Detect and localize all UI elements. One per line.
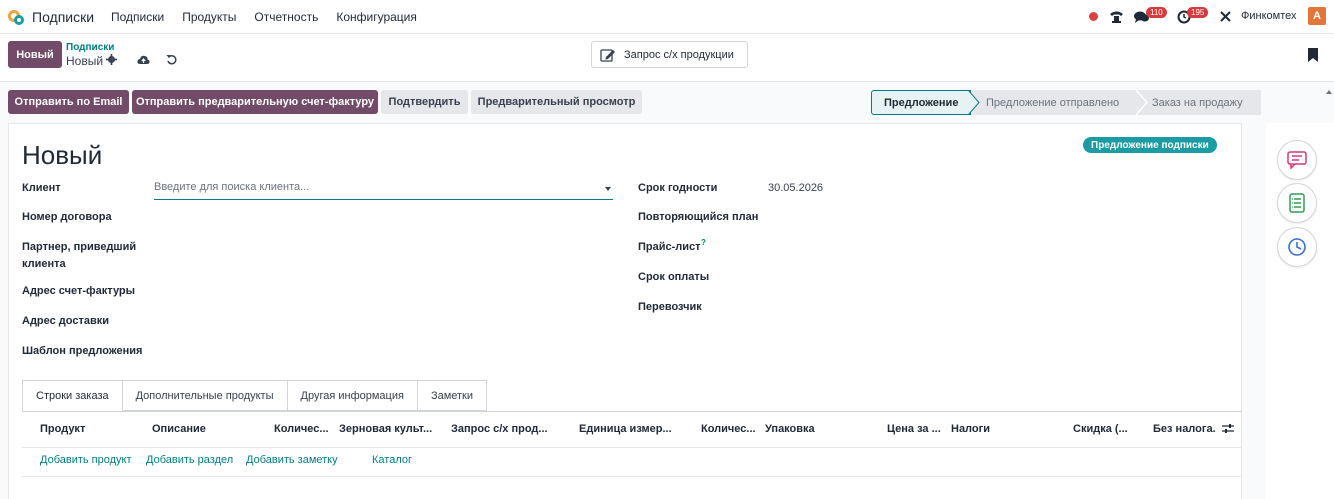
agri-request-label: Запрос с/х продукции <box>624 48 734 61</box>
tab-other-info[interactable]: Другая информация <box>287 380 418 411</box>
discard-undo-icon[interactable] <box>166 54 177 65</box>
col-product[interactable]: Продукт <box>40 423 85 435</box>
menu-configuration[interactable]: Конфигурация <box>336 10 417 24</box>
col-grain-crop[interactable]: Зерновая культ... <box>339 423 432 435</box>
status-dot-icon[interactable] <box>1089 12 1098 21</box>
status-bar: Предложение Предложение отправлено Заказ… <box>871 90 1261 115</box>
pricelist-help-icon[interactable]: ? <box>701 238 706 247</box>
send-proforma-button[interactable]: Отправить предварительную счет-фактуру <box>132 90 378 114</box>
quote-template-label: Шаблон предложения <box>22 345 143 357</box>
header-divider <box>22 447 1242 448</box>
carrier-label: Перевозчик <box>638 301 702 313</box>
send-email-button[interactable]: Отправить по Email <box>8 90 129 114</box>
col-taxes[interactable]: Налоги <box>951 423 990 435</box>
col-agri-request[interactable]: Запрос с/х прод... <box>451 423 548 435</box>
app-name[interactable]: Подписки <box>32 9 94 25</box>
contract-number-label: Номер договора <box>22 211 112 223</box>
client-placeholder: Введите для поиска клиента... <box>154 181 310 193</box>
subscription-quote-badge: Предложение подписки <box>1083 137 1217 153</box>
status-chevron-2 <box>1136 90 1148 115</box>
record-title[interactable]: Новый <box>22 140 102 171</box>
subscriptions-app-icon[interactable] <box>6 7 26 27</box>
main-menu: Подписки Продукты Отчетность Конфигураци… <box>111 10 435 24</box>
col-quantity-2[interactable]: Количес... <box>701 423 756 435</box>
expiry-value[interactable]: 30.05.2026 <box>768 182 823 194</box>
activities-count-badge: 195 <box>1187 7 1209 18</box>
scroll-up-icon[interactable] <box>1326 90 1332 94</box>
status-sales-order[interactable]: Заказ на продажу <box>1138 90 1261 115</box>
col-quantity[interactable]: Количес... <box>274 423 329 435</box>
clock-icon <box>1288 238 1306 256</box>
catalog-link[interactable]: Каталог <box>372 454 412 466</box>
log-note-button[interactable] <box>1277 183 1317 223</box>
menu-products[interactable]: Продукты <box>182 10 236 24</box>
payment-terms-label: Срок оплаты <box>638 271 710 283</box>
agri-request-button[interactable]: Запрос с/х продукции <box>591 41 748 68</box>
add-product-link[interactable]: Добавить продукт <box>40 454 132 466</box>
tab-order-lines[interactable]: Строки заказа <box>22 380 123 411</box>
col-unit-price[interactable]: Цена за ... <box>887 423 941 435</box>
column-settings-icon[interactable] <box>1222 423 1234 434</box>
lines-divider <box>22 476 1242 477</box>
company-switcher[interactable]: Финкомтех <box>1241 10 1297 22</box>
phone-icon[interactable] <box>1109 10 1124 24</box>
col-discount[interactable]: Скидка (... <box>1073 423 1128 435</box>
note-icon <box>1289 193 1305 213</box>
tab-divider <box>22 411 1242 412</box>
delivery-address-label: Адрес доставки <box>22 315 110 327</box>
breadcrumb-parent[interactable]: Подписки <box>66 42 114 53</box>
tools-icon[interactable] <box>1219 10 1232 23</box>
expiry-label: Срок годности <box>638 182 718 194</box>
add-note-link[interactable]: Добавить заметку <box>246 454 338 466</box>
message-icon <box>1287 151 1307 169</box>
breadcrumb-current: Новый <box>66 54 104 68</box>
add-section-link[interactable]: Добавить раздел <box>146 454 233 466</box>
confirm-button[interactable]: Подтвердить <box>381 90 468 114</box>
record-actions <box>106 54 177 65</box>
client-label: Клиент <box>22 182 61 194</box>
pricelist-label: Прайс-лист <box>638 241 701 253</box>
menu-reporting[interactable]: Отчетность <box>254 10 318 24</box>
referrer-label-line1: Партнер, приведший <box>22 241 137 253</box>
tab-optional-products[interactable]: Дополнительные продукты <box>122 380 288 411</box>
edit-document-icon <box>600 48 615 62</box>
status-quotation-sent[interactable]: Предложение отправлено <box>971 90 1138 115</box>
menu-subscriptions[interactable]: Подписки <box>111 10 164 24</box>
messages-count-badge: 110 <box>1146 7 1167 18</box>
col-subtotal[interactable]: Без налога. <box>1153 423 1216 435</box>
col-description[interactable]: Описание <box>152 423 206 435</box>
chevron-down-icon[interactable] <box>605 187 611 191</box>
save-cloud-icon[interactable] <box>137 55 150 65</box>
new-record-button[interactable]: Новый <box>8 41 62 68</box>
user-avatar[interactable]: A <box>1308 7 1326 25</box>
gear-icon[interactable] <box>106 54 117 65</box>
form-sheet: Новый Предложение подписки Клиент Введит… <box>8 123 1242 499</box>
chatter-panel <box>1266 123 1334 499</box>
client-search-input[interactable]: Введите для поиска клиента... <box>154 176 613 200</box>
form-tabs: Строки заказа Дополнительные продукты Др… <box>22 380 488 411</box>
bookmark-icon[interactable] <box>1308 48 1318 62</box>
status-chevron-1 <box>968 90 980 115</box>
activities-button[interactable] <box>1277 227 1317 267</box>
col-packaging[interactable]: Упаковка <box>765 423 815 435</box>
top-navbar: Подписки Подписки Продукты Отчетность Ко… <box>0 0 1334 34</box>
tab-notes[interactable]: Заметки <box>417 380 488 411</box>
control-panel: Новый Подписки Новый Запрос с/х продукци… <box>0 34 1334 82</box>
recurring-plan-label: Повторяющийся план <box>638 211 759 223</box>
col-unit[interactable]: Единица измер... <box>579 423 672 435</box>
preview-button[interactable]: Предварительный просмотр <box>471 90 642 114</box>
invoice-address-label: Адрес счет-фактуры <box>22 285 136 297</box>
referrer-label-line2: клиента <box>22 258 66 270</box>
status-quotation[interactable]: Предложение <box>871 90 971 115</box>
send-message-button[interactable] <box>1277 140 1317 180</box>
